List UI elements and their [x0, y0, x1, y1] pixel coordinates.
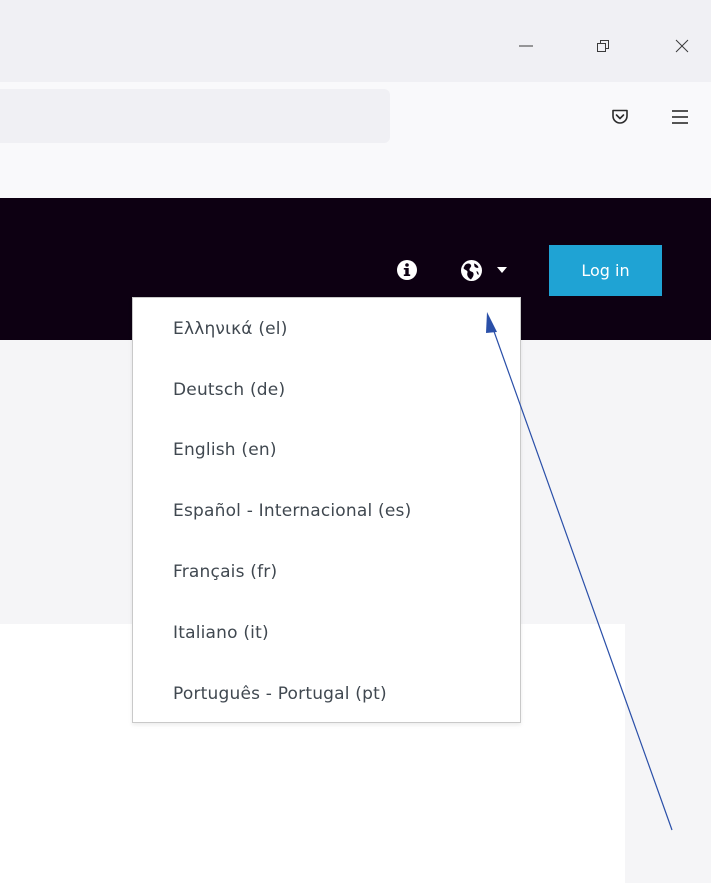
pocket-icon — [612, 109, 628, 124]
minimize-button[interactable] — [508, 28, 544, 64]
language-menu-toggle[interactable] — [460, 257, 520, 283]
language-option-fr[interactable]: Français (fr) — [173, 557, 277, 587]
restore-icon — [597, 40, 609, 52]
pocket-button[interactable] — [603, 100, 637, 134]
language-option-it[interactable]: Italiano (it) — [173, 618, 269, 648]
hamburger-menu-icon — [672, 110, 688, 124]
browser-toolbar — [0, 82, 711, 198]
language-option-el[interactable]: Ελληνικά (el) — [173, 314, 288, 344]
login-button[interactable]: Log in — [549, 245, 662, 296]
url-bar[interactable] — [0, 89, 390, 143]
info-icon — [397, 260, 417, 280]
minimize-icon — [519, 45, 533, 47]
close-icon — [675, 39, 689, 53]
language-option-es[interactable]: Español - Internacional (es) — [173, 496, 411, 526]
info-button[interactable] — [394, 257, 420, 283]
screenshot-root: Log in Ελληνικά (el) Deutsch (de) Englis… — [0, 0, 711, 883]
hamburger-menu-button[interactable] — [663, 100, 697, 134]
restore-button[interactable] — [585, 28, 621, 64]
globe-icon — [461, 259, 482, 281]
close-button[interactable] — [664, 28, 700, 64]
caret-down-icon — [497, 267, 507, 273]
language-option-de[interactable]: Deutsch (de) — [173, 375, 285, 405]
language-option-pt[interactable]: Português - Portugal (pt) — [173, 679, 387, 709]
language-dropdown-menu: Ελληνικά (el) Deutsch (de) English (en) … — [132, 297, 521, 723]
window-titlebar — [0, 0, 711, 82]
language-option-en[interactable]: English (en) — [173, 435, 277, 465]
